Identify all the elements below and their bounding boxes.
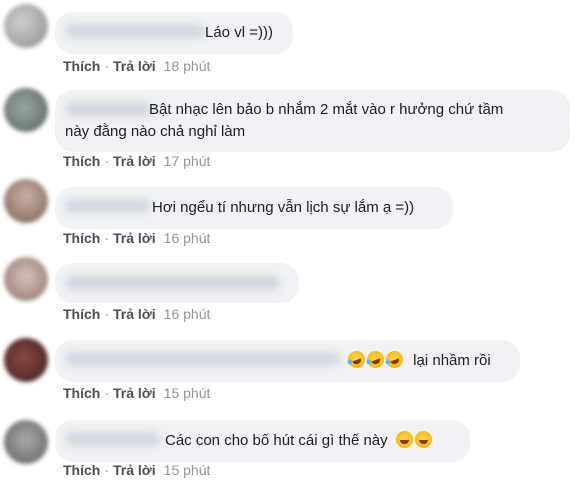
avatar[interactable] [4, 257, 48, 301]
comment-text: lại nhầm rồi [413, 352, 491, 369]
avatar[interactable] [4, 88, 48, 132]
rolling-laughing-emoji [364, 348, 387, 371]
avatar[interactable] [4, 4, 48, 48]
comment-1: Láo vl =))) Thích · Trả lời 18 phút [0, 0, 583, 80]
comment-bubble: Hơi ngểu tí nhưng vẫn lịch sự lắm ạ =)) [55, 187, 453, 229]
reply-link[interactable]: Trả lời [113, 306, 156, 322]
comment-actions: Thích · Trả lời 16 phút [63, 306, 210, 322]
like-link[interactable]: Thích [63, 385, 100, 401]
like-link[interactable]: Thích [63, 58, 100, 74]
comment-5: lại nhầm rồi Thích · Trả lời 15 phút [0, 330, 583, 410]
comment-bubble: Các con cho bố hút cái gì thế này [55, 420, 470, 462]
comment-text-line-1: Bật nhạc lên bảo b nhắm 2 mắt vào r hưởn… [149, 101, 504, 118]
separator: · [104, 306, 110, 322]
comment-text-with-emojis: Các con cho bố hút cái gì thế này [165, 430, 434, 451]
timestamp[interactable]: 15 phút [164, 462, 211, 478]
comment-actions: Thích · Trả lời 16 phút [63, 230, 210, 246]
comment-actions: Thích · Trả lời 17 phút [63, 153, 210, 169]
avatar[interactable] [4, 338, 48, 382]
like-link[interactable]: Thích [63, 306, 100, 322]
comment-text-line-2: này đằng nào chả nghỉ làm [65, 123, 246, 140]
rolling-laughing-emoji [383, 348, 406, 371]
rolling-laughing-emoji [345, 348, 368, 371]
timestamp[interactable]: 16 phút [164, 230, 211, 246]
comment-3: Hơi ngểu tí nhưng vẫn lịch sự lắm ạ =)) … [0, 175, 583, 255]
avatar[interactable] [4, 179, 48, 223]
like-link[interactable]: Thích [63, 230, 100, 246]
commenter-name-blurred[interactable] [65, 102, 150, 116]
comment-actions: Thích · Trả lời 15 phút [63, 462, 210, 478]
comment-text: Hơi ngểu tí nhưng vẫn lịch sự lắm ạ =)) [152, 199, 415, 216]
reply-link[interactable]: Trả lời [113, 230, 156, 246]
like-link[interactable]: Thích [63, 153, 100, 169]
separator: · [104, 58, 110, 74]
comment-bubble: Bật nhạc lên bảo b nhắm 2 mắt vào r hưởn… [55, 90, 570, 152]
commenter-name-blurred[interactable] [65, 24, 205, 38]
separator: · [104, 153, 110, 169]
comment-6: Các con cho bố hút cái gì thế này Thích ·… [0, 410, 583, 487]
like-link[interactable]: Thích [63, 462, 100, 478]
reply-link[interactable]: Trả lời [113, 58, 156, 74]
commenter-name-blurred[interactable] [65, 276, 280, 290]
timestamp[interactable]: 17 phút [164, 153, 211, 169]
reply-link[interactable]: Trả lời [113, 385, 156, 401]
comment-actions: Thích · Trả lời 15 phút [63, 385, 210, 401]
separator: · [104, 385, 110, 401]
timestamp[interactable]: 16 phút [164, 306, 211, 322]
grinning-emoji [395, 431, 413, 448]
comment-4: Thích · Trả lời 16 phút [0, 255, 583, 330]
comment-bubble: Láo vl =))) [55, 12, 293, 54]
reply-link[interactable]: Trả lời [113, 462, 156, 478]
comment-text: Các con cho bố hút cái gì thế này [165, 432, 388, 449]
timestamp[interactable]: 18 phút [164, 58, 211, 74]
commenter-name-blurred[interactable] [65, 352, 340, 366]
comment-text-with-emojis: lại nhầm rồi [345, 348, 491, 371]
separator: · [104, 462, 110, 478]
commenter-name-blurred[interactable] [65, 199, 150, 213]
comment-bubble: lại nhầm rồi [55, 340, 520, 382]
separator: · [104, 230, 110, 246]
comment-text: Láo vl =))) [205, 24, 273, 41]
grinning-emoji [414, 431, 432, 448]
reply-link[interactable]: Trả lời [113, 153, 156, 169]
timestamp[interactable]: 15 phút [164, 385, 211, 401]
comment-2: Bật nhạc lên bảo b nhắm 2 mắt vào r hưởn… [0, 80, 583, 175]
comment-actions: Thích · Trả lời 18 phút [63, 58, 210, 74]
commenter-name-blurred[interactable] [65, 432, 160, 446]
avatar[interactable] [4, 420, 48, 464]
comment-bubble [55, 263, 299, 303]
